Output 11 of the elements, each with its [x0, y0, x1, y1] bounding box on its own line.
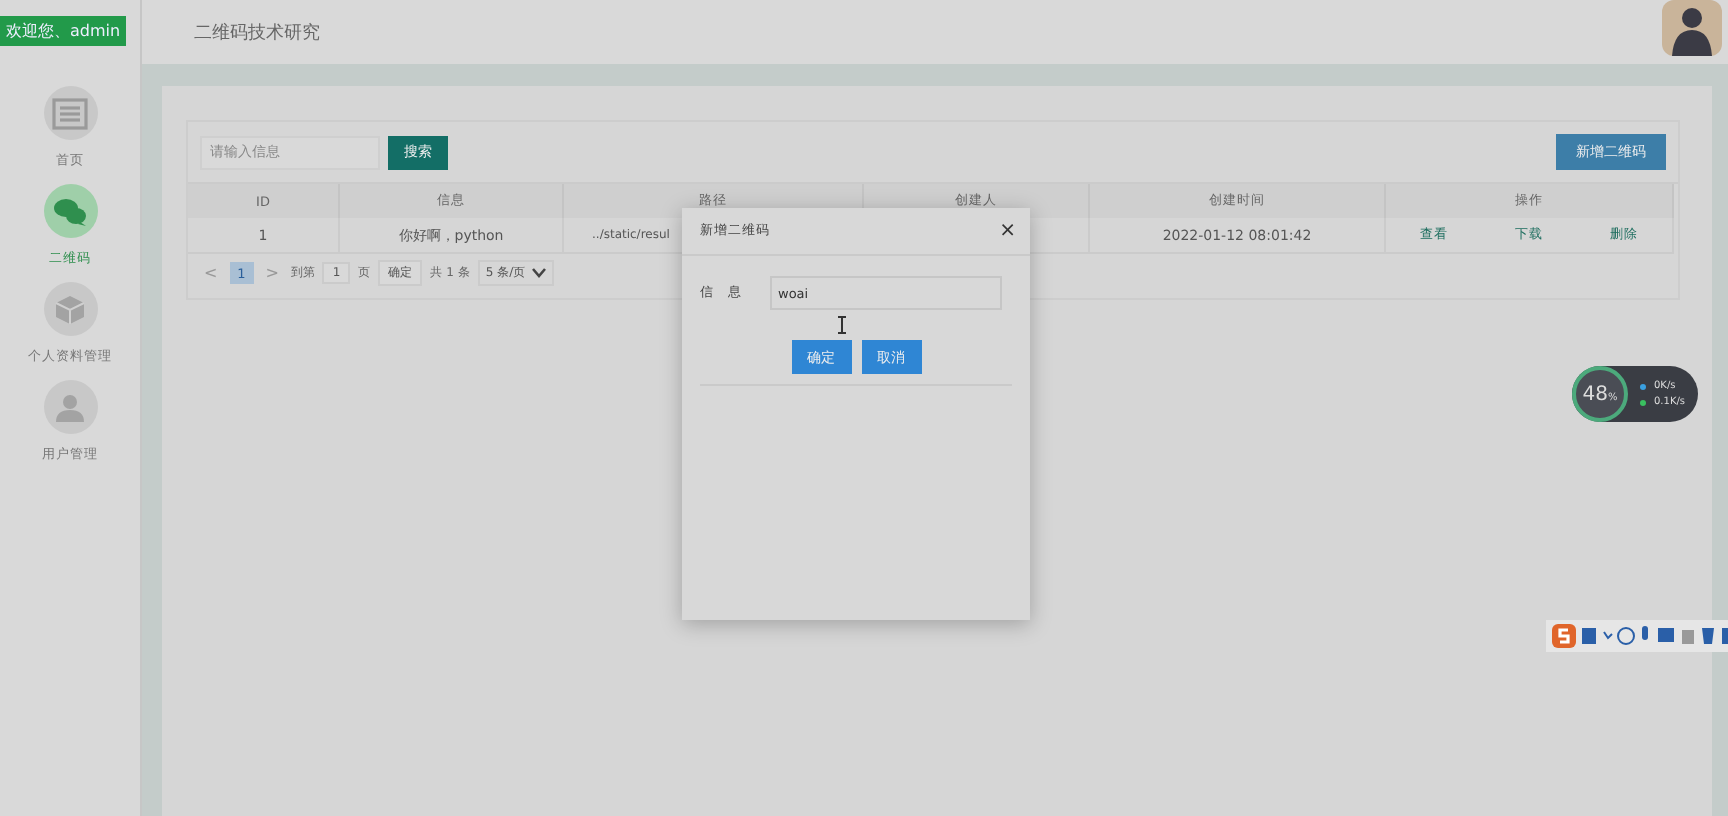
cube-icon [54, 293, 86, 325]
text-cursor-icon [836, 316, 848, 334]
chat-icon [52, 195, 88, 227]
welcome-badge: 欢迎您、admin [0, 16, 127, 46]
list-icon [52, 97, 88, 129]
avatar-icon [1662, 0, 1722, 56]
input-method-icon[interactable] [1552, 624, 1576, 648]
user-icon [54, 391, 86, 423]
page-title: 二维码技术研究 [194, 21, 320, 45]
close-button[interactable]: × [999, 220, 1016, 242]
caret-icon [531, 268, 546, 278]
